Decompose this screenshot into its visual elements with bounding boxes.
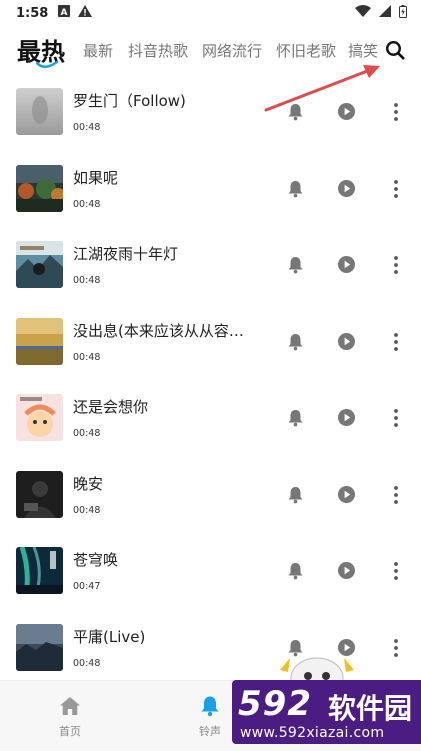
song-title: 晚安 [73, 474, 104, 493]
watermark-url: www.592xiazai.com [240, 725, 385, 741]
bell-icon[interactable] [287, 180, 304, 198]
bell-icon[interactable] [287, 256, 304, 274]
more-icon[interactable] [390, 255, 402, 275]
tab-latest[interactable]: 最新 [83, 40, 113, 61]
tab-douyin-hits[interactable]: 抖音热歌 [128, 40, 188, 61]
watermark-logo-number: 592 [238, 684, 312, 724]
more-icon[interactable] [390, 561, 402, 581]
song-cover [16, 623, 63, 671]
more-icon[interactable] [390, 102, 402, 122]
tab-funny[interactable]: 搞笑 [348, 40, 378, 61]
song-title: 还是会想你 [73, 398, 149, 416]
play-icon[interactable] [338, 562, 355, 579]
song-row[interactable]: 罗生门（Follow) 00:48 [0, 72, 421, 149]
more-icon[interactable] [390, 485, 402, 505]
song-row[interactable]: 没出息(本来应该从从容容... 00:48 [0, 302, 421, 379]
song-duration: 00:48 [73, 198, 101, 210]
more-icon[interactable] [390, 408, 402, 428]
more-icon[interactable] [390, 638, 402, 658]
active-tab-indicator [36, 61, 58, 68]
song-duration: 00:48 [73, 504, 101, 516]
watermark-logo-text: 软件园 [328, 692, 413, 725]
tab-web-popular[interactable]: 网络流行 [202, 40, 262, 61]
play-icon[interactable] [338, 179, 355, 197]
song-title: 平庸(Live) [73, 627, 146, 646]
song-row[interactable]: 如果呢 00:48 [0, 149, 421, 226]
tab-oldies[interactable]: 怀旧老歌 [276, 40, 336, 61]
signal-icon [379, 5, 391, 21]
song-duration: 00:48 [73, 428, 101, 439]
song-title: 苍穹唤 [73, 551, 119, 569]
bell-icon[interactable] [287, 562, 304, 580]
more-icon[interactable] [390, 332, 402, 352]
bell-icon[interactable] [287, 486, 304, 504]
wifi-icon [355, 5, 371, 21]
search-icon [385, 40, 405, 60]
play-icon[interactable] [338, 332, 355, 350]
bell-icon[interactable] [287, 103, 304, 121]
play-icon[interactable] [338, 485, 355, 503]
song-row[interactable]: 还是会想你 00:48 [0, 378, 421, 455]
song-cover [16, 88, 63, 135]
song-cover [16, 317, 63, 365]
song-cover [16, 547, 63, 594]
song-title: 没出息(本来应该从从容容... [73, 321, 258, 340]
warning-icon [78, 5, 93, 21]
song-duration: 00:48 [73, 351, 101, 363]
bell-icon[interactable] [287, 333, 304, 351]
nav-home[interactable]: 首页 [40, 681, 100, 751]
song-cover [16, 241, 63, 288]
song-duration: 00:48 [73, 657, 101, 669]
song-list: 罗生门（Follow) 00:48 如果呢 00:48 江湖夜雨十年灯 00:4… [0, 72, 421, 684]
bell-icon [201, 696, 219, 717]
play-icon[interactable] [338, 103, 355, 120]
song-duration: 00:47 [73, 581, 101, 592]
play-icon[interactable] [338, 409, 355, 426]
watermark-banner: 592 软件园 www.592xiazai.com [232, 680, 421, 744]
home-icon [60, 697, 80, 715]
battery-icon [399, 4, 407, 22]
song-row[interactable]: 江湖夜雨十年灯 00:48 [0, 225, 421, 302]
song-cover [16, 164, 63, 212]
nav-ringtone[interactable]: 铃声 [180, 681, 240, 751]
status-bar: 1:58 A [0, 0, 421, 26]
song-duration: 00:48 [73, 275, 101, 286]
status-time: 1:58 [16, 5, 49, 21]
song-row[interactable]: 晚安 00:48 [0, 455, 421, 532]
song-title: 江湖夜雨十年灯 [73, 245, 179, 263]
more-icon[interactable] [390, 179, 402, 199]
song-duration: 00:48 [73, 122, 101, 133]
font-a-icon: A [58, 5, 71, 21]
nav-home-label: 首页 [59, 725, 81, 738]
song-title: 罗生门（Follow) [73, 92, 186, 110]
nav-ringtone-label: 铃声 [199, 725, 221, 738]
category-tabs: 最热 最新 抖音热歌 网络流行 怀旧老歌 搞笑 [0, 30, 421, 70]
song-cover [16, 470, 63, 518]
svg-text:A: A [61, 8, 68, 17]
search-button[interactable] [381, 36, 409, 64]
play-icon[interactable] [338, 256, 355, 273]
bell-icon[interactable] [287, 409, 304, 427]
song-row[interactable]: 苍穹唤 00:47 [0, 531, 421, 608]
song-cover [16, 394, 63, 441]
song-title: 如果呢 [73, 168, 119, 187]
